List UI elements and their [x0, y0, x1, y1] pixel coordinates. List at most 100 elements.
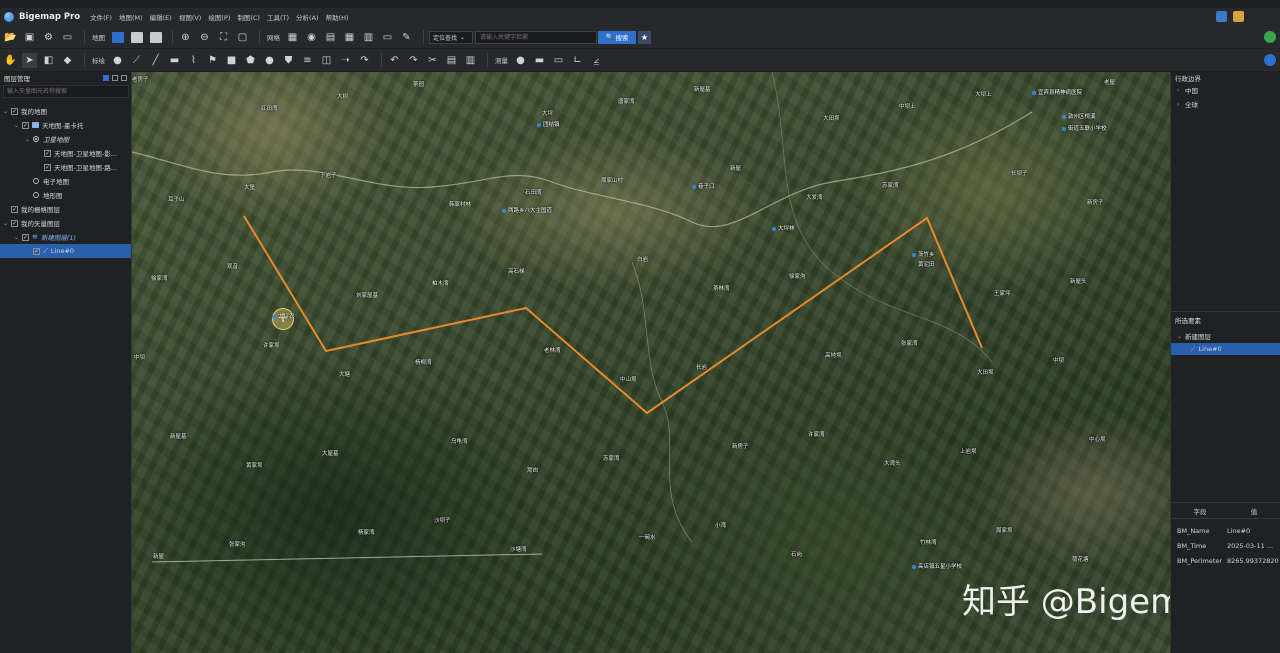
menu-item[interactable]: 视图(V)	[179, 12, 202, 22]
zoom-out-icon[interactable]: ⊖	[197, 30, 212, 45]
layer-tree-item[interactable]: ✓ 天地图-卫星地图-路...	[0, 160, 131, 174]
zoom-in-icon[interactable]: ⊕	[178, 30, 193, 45]
redo-icon[interactable]: ↷	[406, 53, 421, 68]
point-marker-icon[interactable]: ●	[110, 53, 125, 68]
checkbox[interactable]: ✓	[11, 219, 18, 227]
admin-item-global[interactable]: › 全球	[1171, 97, 1280, 111]
cube-icon[interactable]: ◆	[60, 53, 75, 68]
screen-icon[interactable]: ▭	[60, 30, 75, 45]
locate-select[interactable]: 定位查找 ⌄	[429, 30, 473, 44]
chevron-down-icon[interactable]: ⌄	[14, 234, 22, 241]
settings-icon[interactable]: ⚙	[41, 30, 56, 45]
poi-label[interactable]: 宜宾县精神病医院	[1032, 88, 1082, 96]
layer-tree-item[interactable]: ⌄ ✓ 我的地图	[0, 104, 131, 118]
text-annot-icon[interactable]: ≡	[300, 53, 315, 68]
grid-tiles-icon[interactable]: ▦	[342, 30, 357, 45]
layer-tree-item[interactable]: 地形图	[0, 188, 131, 202]
curve-arrow-icon[interactable]: ↷	[357, 53, 372, 68]
layer-search-input[interactable]	[3, 85, 129, 98]
bezier-icon[interactable]: ⌇	[186, 53, 201, 68]
scissors-icon[interactable]: ✂	[425, 53, 440, 68]
menu-item[interactable]: 制图(C)	[237, 12, 260, 22]
menu-item[interactable]: 帮助(H)	[326, 12, 349, 22]
polygon-icon[interactable]: ⬟	[243, 53, 258, 68]
layer-tree-item[interactable]: ⌄ ✓ 我的矢量图层	[0, 216, 131, 230]
admin-item-china[interactable]: › 中国	[1171, 83, 1280, 97]
map-layer-icon[interactable]	[129, 30, 144, 45]
clipboard-icon[interactable]: ▥	[463, 53, 478, 68]
checkbox[interactable]: ✓	[44, 149, 51, 157]
layer-tree-item[interactable]: ⌄ ✓ 天地图-墨卡托	[0, 118, 131, 132]
checkbox[interactable]: ✓	[22, 121, 29, 129]
layer-stack-icon[interactable]: ▥	[361, 30, 376, 45]
poi-label[interactable]: 大坪林	[772, 224, 795, 232]
poi-label[interactable]: 高店镇五星小学校	[912, 562, 962, 570]
map-overlay-icon[interactable]	[148, 30, 163, 45]
checkbox[interactable]: ✓	[22, 233, 29, 241]
radio[interactable]	[33, 192, 39, 198]
document-icon[interactable]: ▤	[444, 53, 459, 68]
folder-icon[interactable]	[32, 122, 39, 128]
checkbox[interactable]: ✓	[11, 107, 18, 115]
panel-float-icon[interactable]	[112, 74, 118, 81]
user-icon[interactable]	[1233, 11, 1244, 22]
open-folder-icon[interactable]: 📂	[3, 30, 18, 45]
layer-tree-item[interactable]: ⌄ 卫星地图	[0, 132, 131, 146]
monitor-icon[interactable]	[1216, 11, 1227, 22]
chevron-down-icon[interactable]: ⌄	[25, 136, 33, 143]
undo-icon[interactable]: ↶	[387, 53, 402, 68]
square-icon[interactable]: ■	[224, 53, 239, 68]
online-status-icon[interactable]	[1264, 54, 1276, 66]
feature-layer-item[interactable]: ⌄ 新建图层	[1171, 329, 1280, 343]
pan-hand-icon[interactable]: ✋	[3, 53, 18, 68]
checkbox[interactable]: ✓	[44, 163, 51, 171]
panel-pin-icon[interactable]	[103, 74, 109, 81]
attribute-row[interactable]: BM_Perimeter 8265.99372820	[1171, 553, 1280, 568]
grid-icon[interactable]: ▦	[285, 30, 300, 45]
panel-close-icon[interactable]	[121, 74, 127, 81]
save-icon[interactable]: ▣	[22, 30, 37, 45]
radio[interactable]	[33, 178, 39, 184]
full-extent-icon[interactable]: ▢	[235, 30, 250, 45]
vector-layer-icon[interactable]: ≋	[32, 233, 38, 241]
poi-label[interactable]: 街道五联小学校	[1062, 124, 1107, 132]
poi-label[interactable]: 巷子口	[692, 182, 715, 190]
favorite-star-icon[interactable]: ★	[638, 30, 651, 44]
menu-item[interactable]: 绘图(P)	[208, 12, 230, 22]
globe-icon[interactable]: ◉	[304, 30, 319, 45]
search-button[interactable]: 🔍 搜索	[598, 30, 636, 44]
arrow-right-icon[interactable]: ➝	[338, 53, 353, 68]
menu-item[interactable]: 工具(T)	[267, 12, 289, 22]
shield-icon[interactable]: ⛊	[281, 53, 296, 68]
feature-item-line0[interactable]: ⟋ Line#0	[1171, 343, 1280, 355]
cube-draw-icon[interactable]: ◫	[319, 53, 334, 68]
location-pin-icon[interactable]: ●	[513, 53, 528, 68]
rectangle-icon[interactable]: ▬	[167, 53, 182, 68]
box-select-icon[interactable]: ◧	[41, 53, 56, 68]
attribute-row[interactable]: BM_Name Line#0	[1171, 523, 1280, 538]
circle-icon[interactable]: ●	[262, 53, 277, 68]
search-input[interactable]	[475, 30, 597, 44]
polyline-icon[interactable]: ⟋	[129, 53, 144, 68]
fit-extent-icon[interactable]: ⛶	[216, 30, 231, 45]
checkbox[interactable]: ✓	[33, 247, 40, 255]
menu-item[interactable]: 地图(M)	[119, 12, 143, 22]
brush-icon[interactable]: ✎	[399, 30, 414, 45]
layer-tree-item[interactable]: ⌄ ✓ ≋ 新建图层(1)	[0, 230, 131, 244]
layer-tree-item[interactable]: ✓ 天地图-卫星地图-影...	[0, 146, 131, 160]
checkbox[interactable]: ✓	[11, 205, 18, 213]
poi-label[interactable]: 两路乡八大主国道	[502, 206, 552, 214]
area-icon[interactable]: ▭	[551, 53, 566, 68]
line-feature-icon[interactable]: ⟋	[43, 247, 48, 256]
chevron-down-icon[interactable]: ⌄	[14, 122, 22, 129]
grid-table-icon[interactable]: ▤	[323, 30, 338, 45]
status-icon[interactable]	[1264, 31, 1276, 43]
menu-item[interactable]: 编辑(E)	[150, 12, 172, 22]
chevron-down-icon[interactable]: ⌄	[3, 220, 11, 227]
line-icon[interactable]: ╱	[148, 53, 163, 68]
select-arrow-icon[interactable]: ➤	[22, 52, 37, 68]
menu-item[interactable]: 分析(A)	[296, 12, 319, 22]
layer-tree-item[interactable]: ✓ 我的栅格图层	[0, 202, 131, 216]
attribute-row[interactable]: BM_Time 2025-03-11 ...	[1171, 538, 1280, 553]
map-canvas[interactable]: + 老房子 红田湾 大树 茶园 大坪 唐家湾 新屋基 大田坝 中坝上 大坝上 老屋 耳子山 大堡 下岩子韩…	[132, 72, 1170, 653]
